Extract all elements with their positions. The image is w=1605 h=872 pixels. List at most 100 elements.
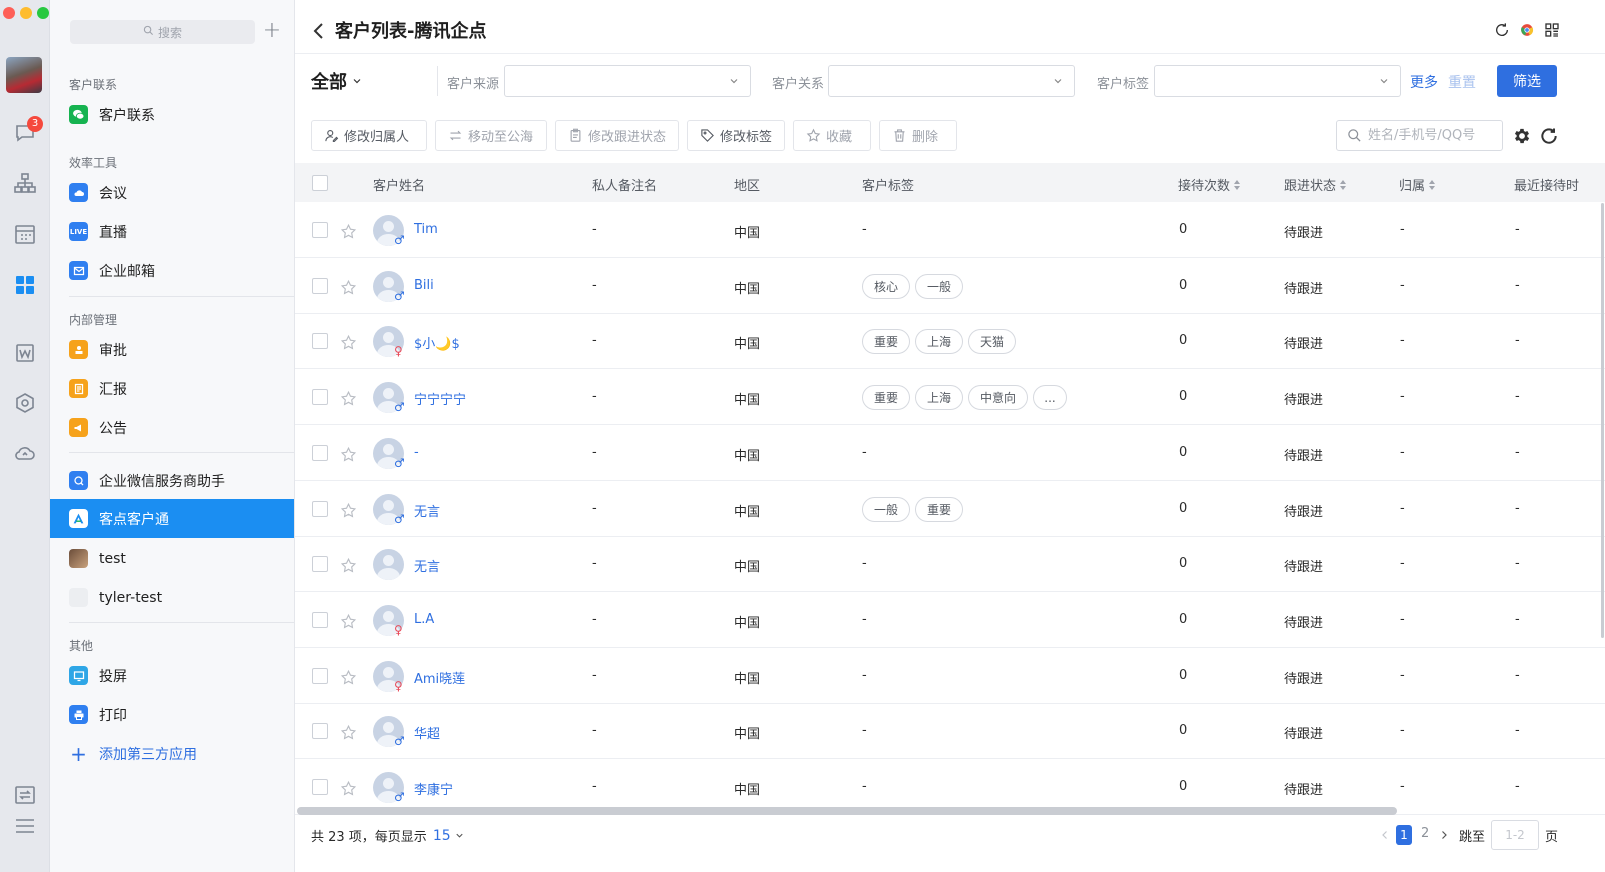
sidebar-item-wecom-helper[interactable]: 企业微信服务商助手 [50,461,294,500]
scope-dropdown[interactable]: 全部 [311,68,363,94]
filter-button[interactable]: 筛选 [1497,65,1557,97]
customer-name-link[interactable]: Tim [414,222,438,237]
sidebar-item-live[interactable]: LIVE 直播 [50,212,294,251]
row-checkbox[interactable] [312,389,328,406]
sidebar-item-print[interactable]: 打印 [50,695,294,734]
customer-name-link[interactable]: 宁宁宁宁 [414,389,466,408]
row-checkbox[interactable] [312,667,328,684]
table-row[interactable]: ♂ 华超 - 中国 - 0 待跟进 - - [295,704,1605,760]
zoom-window-button[interactable] [37,7,49,19]
table-row[interactable]: 无言 - 中国 - 0 待跟进 - - [295,537,1605,593]
favorite-button[interactable]: 收藏 [793,120,871,151]
favorite-star-icon[interactable] [340,780,357,797]
page-2-button[interactable]: 2 [1421,826,1429,841]
col-status[interactable]: 跟进状态 [1284,175,1347,194]
cube-icon[interactable] [12,390,38,416]
move-to-pool-button[interactable]: 移动至公海 [435,120,547,151]
sidebar-item-kedian[interactable]: 客点客户通 [50,499,294,538]
favorite-star-icon[interactable] [340,613,357,630]
favorite-star-icon[interactable] [340,502,357,519]
row-checkbox[interactable] [312,779,328,795]
transfer-icon[interactable] [12,782,38,808]
sidebar-item-meeting[interactable]: 会议 [50,173,294,212]
change-status-button[interactable]: 修改跟进状态 [555,120,679,151]
customer-name-link[interactable]: Bili [414,278,434,293]
table-row[interactable]: ♂ - - 中国 -0 待跟进 - - [295,426,1605,481]
source-filter-select[interactable] [504,65,751,97]
customer-name-link[interactable]: - [414,445,419,460]
menu-icon[interactable] [12,813,38,839]
table-row[interactable]: ♂ Tim - 中国 - 0 待跟进 - - [295,203,1605,258]
table-row[interactable]: ♀ $小🌙$ - 中国 重要 上海 天猫 0 待跟进 - - [295,314,1605,370]
delete-button[interactable]: 删除 [879,120,957,151]
customer-name-link[interactable]: 李康宁 [414,779,453,798]
grid-view-icon[interactable] [1544,22,1560,42]
sidebar-item-report[interactable]: 汇报 [50,369,294,408]
relation-filter-select[interactable] [828,65,1075,97]
add-icon[interactable]: + [260,20,284,44]
close-window-button[interactable] [3,7,15,19]
favorite-star-icon[interactable] [340,669,357,686]
horizontal-scrollbar[interactable] [297,807,1397,815]
sidebar-item-approval[interactable]: 审批 [50,330,294,369]
prev-page-icon[interactable] [1379,828,1391,842]
select-all-checkbox[interactable] [312,175,328,191]
sidebar-item-screencast[interactable]: 投屏 [50,656,294,695]
jump-page-field[interactable] [1491,820,1539,850]
page-size-select[interactable]: 15 [433,828,465,844]
reset-filters-link[interactable]: 重置 [1448,72,1476,92]
customer-name-link[interactable]: 无言 [414,501,440,520]
table-row[interactable]: ♀ L.A - 中国 - 0 待跟进 - - [295,593,1605,648]
sidebar-item-mail[interactable]: 企业邮箱 [50,251,294,290]
jump-page-input[interactable] [1492,821,1538,849]
table-row[interactable]: ♀ Ami晓莲 - 中国 - 0 待跟进 - - [295,649,1605,704]
favorite-star-icon[interactable] [340,724,357,741]
favorite-star-icon[interactable] [340,279,357,296]
table-row[interactable]: ♂ 无言 - 中国 一般 重要 0 待跟进 - - [295,482,1605,537]
row-checkbox[interactable] [312,723,328,740]
change-tags-button[interactable]: 修改标签 [687,120,785,151]
row-checkbox[interactable] [312,611,328,628]
user-avatar[interactable] [6,57,42,93]
favorite-star-icon[interactable] [340,223,357,240]
customer-name-link[interactable]: 华超 [414,723,440,742]
row-checkbox[interactable] [312,444,328,461]
row-checkbox[interactable] [312,333,328,350]
cloud-icon[interactable] [12,440,38,466]
more-filters-link[interactable]: 更多 [1410,72,1438,92]
table-row[interactable]: ♂ Bili - 中国 核心 一般 0 待跟进 - - [295,259,1605,314]
vertical-scrollbar[interactable] [1601,203,1604,638]
favorite-star-icon[interactable] [340,446,357,463]
back-icon[interactable] [309,18,329,44]
row-checkbox[interactable] [312,556,328,573]
tag-filter-select[interactable] [1154,65,1401,97]
customer-search[interactable] [1336,120,1503,151]
sidebar-item-notice[interactable]: 公告 [50,408,294,447]
row-checkbox[interactable] [312,277,328,294]
reload-icon[interactable] [1539,126,1559,146]
next-page-icon[interactable] [1438,828,1450,842]
favorite-star-icon[interactable] [340,390,357,407]
workbench-icon[interactable] [12,272,38,298]
sidebar-item-test[interactable]: test [50,539,294,578]
col-visits[interactable]: 接待次数 [1178,175,1241,194]
change-owner-button[interactable]: 修改归属人 [311,120,427,151]
refresh-icon[interactable] [1494,22,1510,42]
customer-name-link[interactable]: 无言 [414,556,440,575]
add-third-party-app[interactable]: + 添加第三方应用 [50,734,294,773]
docs-icon[interactable] [12,340,38,366]
page-1-button[interactable]: 1 [1396,825,1412,845]
browser-icon[interactable] [1520,23,1534,41]
col-owner[interactable]: 归属 [1399,175,1436,194]
table-row[interactable]: ♂ 宁宁宁宁 - 中国 重要 上海 中意向... 0 待跟进 - - [295,370,1605,426]
row-checkbox[interactable] [312,222,328,238]
row-checkbox[interactable] [312,500,328,517]
customer-name-link[interactable]: L.A [414,612,434,627]
calendar-icon[interactable] [12,221,38,247]
customer-name-link[interactable]: $小🌙$ [414,333,460,352]
contacts-icon[interactable] [12,170,38,196]
customer-name-link[interactable]: Ami晓莲 [414,668,465,687]
customer-search-input[interactable] [1368,128,1498,143]
settings-gear-icon[interactable] [1512,126,1532,146]
sidebar-item-contacts[interactable]: 客户联系 [50,95,294,134]
